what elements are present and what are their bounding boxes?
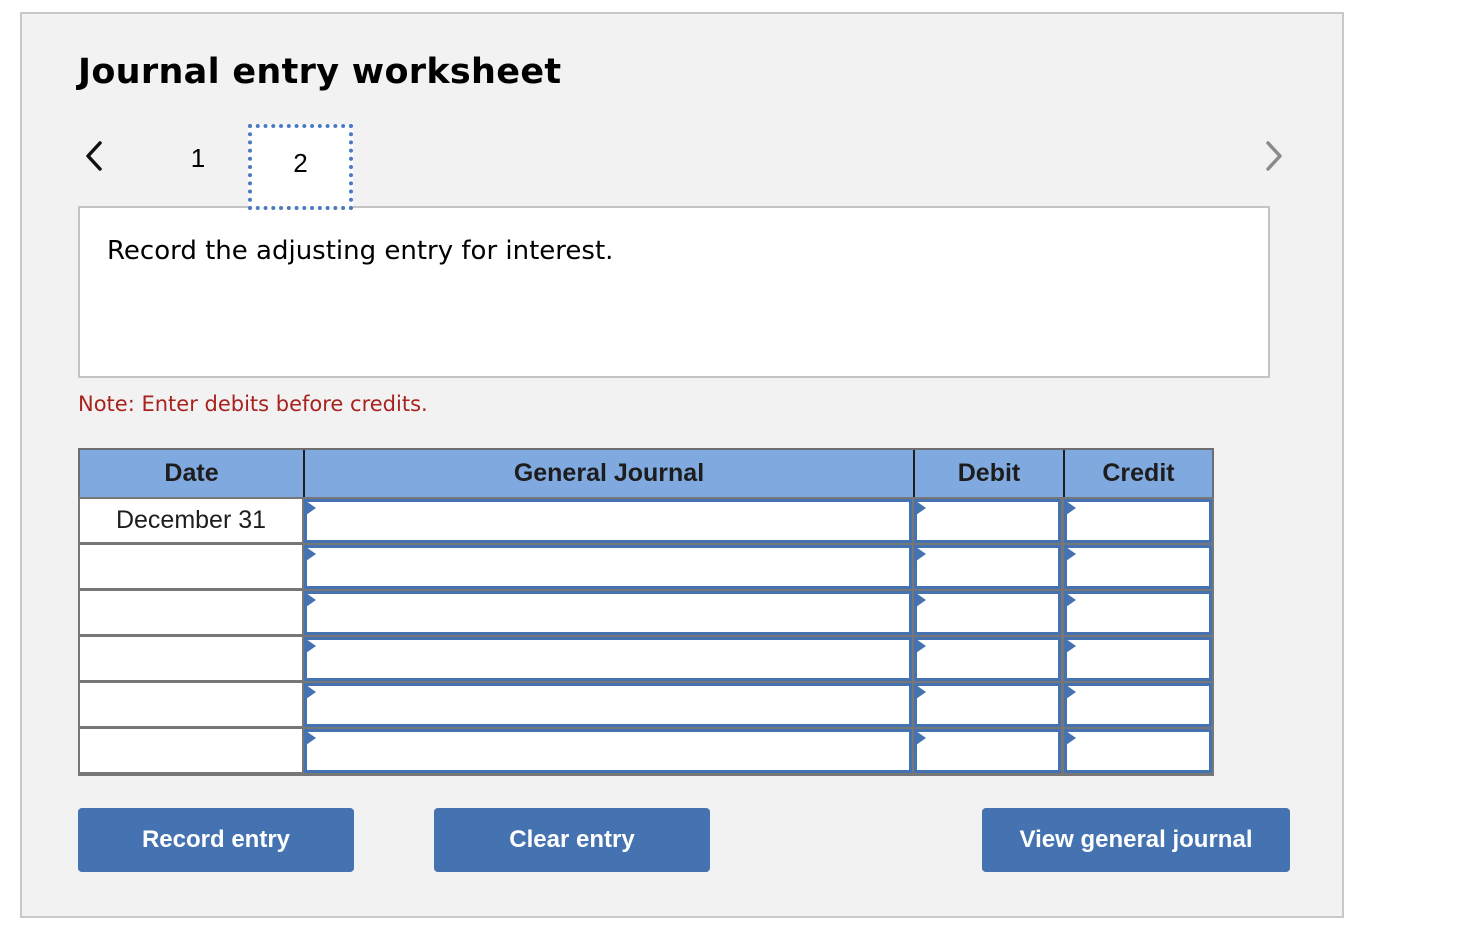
dropdown-indicator-icon bbox=[916, 731, 926, 745]
dropdown-indicator-icon bbox=[306, 501, 316, 515]
date-cell[interactable] bbox=[80, 729, 302, 772]
prompt-box: Record the adjusting entry for interest. bbox=[78, 206, 1270, 378]
dropdown-indicator-icon bbox=[916, 685, 926, 699]
column-header-debit: Debit bbox=[957, 459, 1021, 487]
account-input[interactable] bbox=[304, 637, 912, 681]
journal-table-header: Date General Journal Debit Credit bbox=[78, 448, 1214, 499]
dropdown-indicator-icon bbox=[1066, 593, 1076, 607]
chevron-left-icon bbox=[86, 141, 102, 171]
debit-input[interactable] bbox=[914, 545, 1061, 589]
tab-2-label: 2 bbox=[293, 148, 308, 178]
dropdown-indicator-icon bbox=[1066, 639, 1076, 653]
dropdown-indicator-icon bbox=[306, 731, 316, 745]
account-input[interactable] bbox=[304, 591, 912, 635]
column-header-credit: Credit bbox=[1102, 459, 1175, 487]
dropdown-indicator-icon bbox=[306, 685, 316, 699]
credit-input[interactable] bbox=[1064, 637, 1212, 681]
tab-2[interactable]: 2 bbox=[248, 124, 353, 210]
debit-input[interactable] bbox=[914, 499, 1061, 543]
dropdown-indicator-icon bbox=[916, 593, 926, 607]
dropdown-indicator-icon bbox=[1066, 731, 1076, 745]
dropdown-indicator-icon bbox=[1066, 501, 1076, 515]
debit-input[interactable] bbox=[914, 729, 1061, 773]
credit-input[interactable] bbox=[1064, 591, 1212, 635]
credit-input[interactable] bbox=[1064, 545, 1212, 589]
date-cell[interactable] bbox=[80, 683, 302, 726]
dropdown-indicator-icon bbox=[306, 639, 316, 653]
credit-input[interactable] bbox=[1064, 499, 1212, 543]
date-cell[interactable] bbox=[80, 545, 302, 588]
dropdown-indicator-icon bbox=[916, 501, 926, 515]
debit-input[interactable] bbox=[914, 637, 1061, 681]
date-cell[interactable]: December 31 bbox=[80, 499, 302, 542]
credit-input[interactable] bbox=[1064, 683, 1212, 727]
date-cell[interactable] bbox=[80, 591, 302, 634]
dropdown-indicator-icon bbox=[306, 547, 316, 561]
record-entry-button[interactable]: Record entry bbox=[78, 808, 354, 872]
dropdown-indicator-icon bbox=[916, 547, 926, 561]
view-general-journal-button[interactable]: View general journal bbox=[982, 808, 1290, 872]
date-cell[interactable] bbox=[80, 637, 302, 680]
column-header-date: Date bbox=[164, 459, 219, 487]
dropdown-indicator-icon bbox=[1066, 685, 1076, 699]
debit-input[interactable] bbox=[914, 683, 1061, 727]
account-input[interactable] bbox=[304, 729, 912, 773]
clear-entry-button[interactable]: Clear entry bbox=[434, 808, 710, 872]
page-title: Journal entry worksheet bbox=[78, 52, 562, 92]
account-input[interactable] bbox=[304, 499, 912, 543]
chevron-right-icon bbox=[1266, 141, 1282, 171]
dropdown-indicator-icon bbox=[1066, 547, 1076, 561]
note-text: Note: Enter debits before credits. bbox=[78, 392, 428, 416]
dropdown-indicator-icon bbox=[306, 593, 316, 607]
tab-1[interactable]: 1 bbox=[178, 140, 218, 176]
dropdown-indicator-icon bbox=[916, 639, 926, 653]
next-button[interactable] bbox=[1258, 138, 1288, 174]
previous-button[interactable] bbox=[80, 138, 110, 174]
account-input[interactable] bbox=[304, 683, 912, 727]
prompt-text: Record the adjusting entry for interest. bbox=[107, 236, 614, 266]
credit-input[interactable] bbox=[1064, 729, 1212, 773]
column-header-general-journal: General Journal bbox=[513, 459, 705, 487]
debit-input[interactable] bbox=[914, 591, 1061, 635]
account-input[interactable] bbox=[304, 545, 912, 589]
